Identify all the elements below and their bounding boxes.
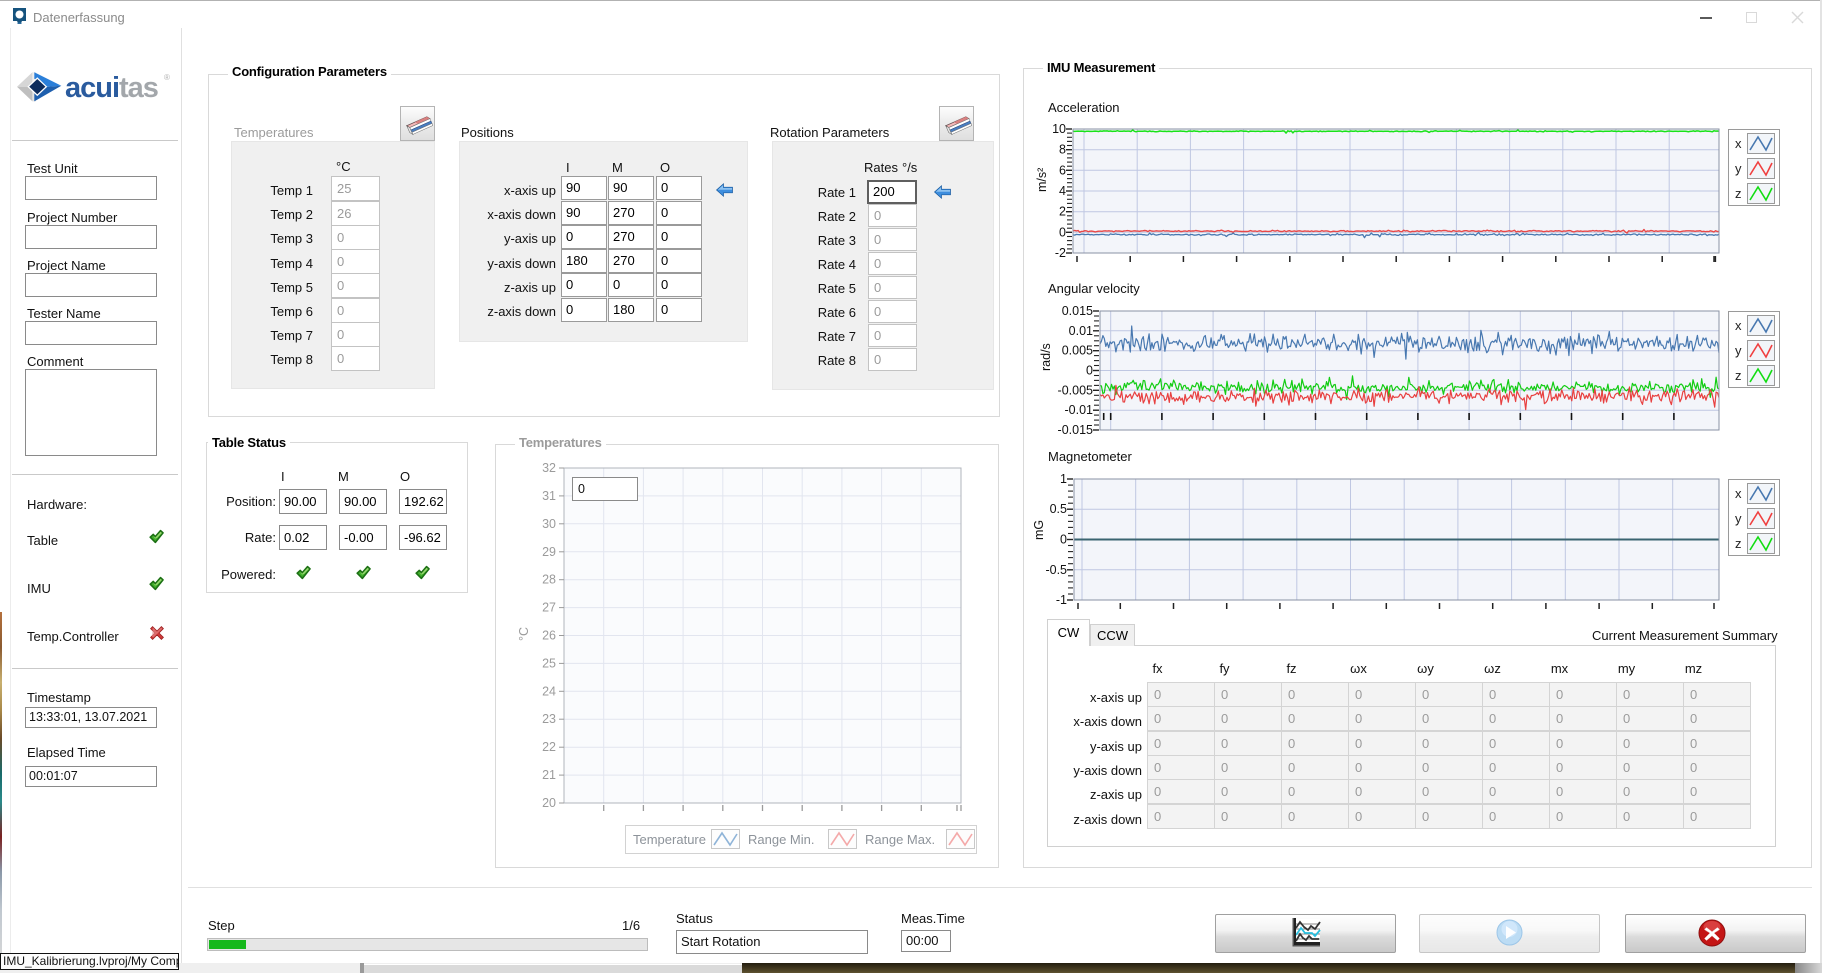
svg-text:22: 22 bbox=[542, 740, 556, 754]
svg-text:23: 23 bbox=[542, 712, 556, 726]
svg-text:0: 0 bbox=[1086, 364, 1093, 378]
svg-text:21: 21 bbox=[542, 768, 556, 782]
svg-text:32: 32 bbox=[542, 461, 556, 475]
svg-text:0.015: 0.015 bbox=[1062, 304, 1093, 318]
svg-text:acui: acui bbox=[65, 72, 119, 104]
svg-text:0: 0 bbox=[1060, 533, 1067, 547]
svg-text:10: 10 bbox=[1052, 122, 1066, 136]
svg-text:-0.01: -0.01 bbox=[1065, 403, 1094, 417]
svg-text:29: 29 bbox=[542, 545, 556, 559]
svg-text:24: 24 bbox=[542, 684, 556, 698]
svg-text:1: 1 bbox=[1060, 472, 1067, 486]
svg-text:-2: -2 bbox=[1055, 246, 1066, 260]
svg-text:0.01: 0.01 bbox=[1069, 324, 1093, 338]
svg-text:-0.015: -0.015 bbox=[1058, 423, 1093, 437]
svg-text:26: 26 bbox=[542, 629, 556, 643]
svg-text:0.5: 0.5 bbox=[1050, 502, 1067, 516]
svg-text:°C: °C bbox=[517, 627, 531, 641]
svg-text:25: 25 bbox=[542, 656, 556, 670]
svg-text:rad/s: rad/s bbox=[1040, 343, 1053, 371]
svg-text:-0.005: -0.005 bbox=[1058, 383, 1093, 397]
svg-text:®: ® bbox=[164, 73, 170, 82]
svg-text:-1: -1 bbox=[1056, 593, 1067, 607]
svg-text:0.005: 0.005 bbox=[1062, 344, 1093, 358]
svg-text:20: 20 bbox=[542, 796, 556, 810]
svg-text:m/s²: m/s² bbox=[1035, 168, 1049, 192]
svg-text:tas: tas bbox=[119, 72, 158, 104]
svg-text:30: 30 bbox=[542, 517, 556, 531]
svg-text:27: 27 bbox=[542, 601, 556, 615]
svg-text:2: 2 bbox=[1059, 205, 1066, 219]
svg-text:mG: mG bbox=[1032, 520, 1046, 540]
svg-text:4: 4 bbox=[1059, 184, 1066, 198]
svg-text:0: 0 bbox=[1059, 225, 1066, 239]
svg-text:6: 6 bbox=[1059, 163, 1066, 177]
svg-text:-0.5: -0.5 bbox=[1045, 563, 1067, 577]
svg-text:8: 8 bbox=[1059, 143, 1066, 157]
svg-text:31: 31 bbox=[542, 489, 556, 503]
svg-text:28: 28 bbox=[542, 573, 556, 587]
